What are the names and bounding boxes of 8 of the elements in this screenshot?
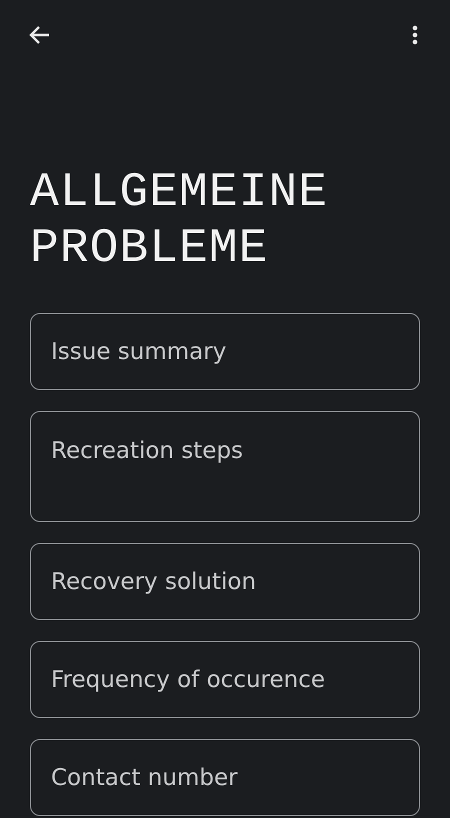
input-field[interactable]: Frequency of occurence <box>30 641 420 718</box>
back-arrow-icon[interactable] <box>28 25 50 45</box>
input-field[interactable]: Recovery solution <box>30 543 420 620</box>
page-title: ALLGEMEINE PROBLEME <box>30 165 330 277</box>
more-options-icon[interactable] <box>412 25 418 45</box>
input-field[interactable]: Recreation steps <box>30 411 420 522</box>
input-field[interactable]: Contact number <box>30 739 420 816</box>
input-field[interactable]: Issue summary <box>30 313 420 390</box>
